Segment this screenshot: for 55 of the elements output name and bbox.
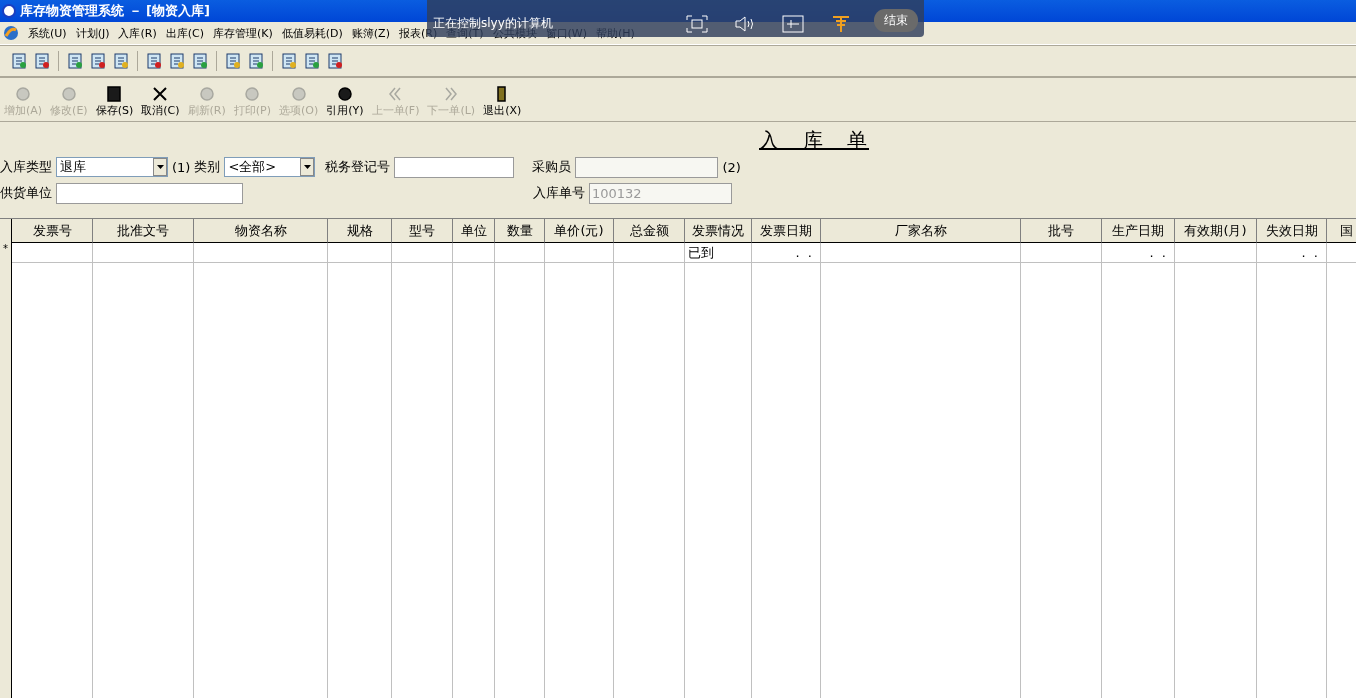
field-label: 入库类型 — [0, 158, 52, 176]
end-button[interactable]: 结束 — [874, 9, 918, 32]
table-cell: . . — [752, 243, 821, 263]
table-cell: 已到 — [685, 243, 752, 263]
column-header[interactable]: 总金额 — [614, 219, 685, 243]
speaker-icon[interactable] — [734, 15, 756, 33]
field-label: 入库单号 — [533, 184, 585, 202]
note-marker: (2) — [722, 159, 741, 175]
column-header[interactable]: 批准文号 — [93, 219, 194, 243]
input-field[interactable] — [56, 182, 243, 204]
close-icon — [151, 86, 170, 102]
form-title: 入 库 单 — [759, 127, 869, 154]
column-header[interactable]: 有效期(月) — [1175, 219, 1257, 243]
input-field[interactable] — [394, 156, 515, 178]
table-cell: . . — [1102, 243, 1175, 263]
menu-item[interactable]: 计划(J) — [75, 25, 110, 41]
toolbar-button[interactable]: 退出(X) — [481, 86, 528, 118]
column-header[interactable]: 国 — [1327, 219, 1356, 243]
swirl-logo-icon — [3, 25, 19, 41]
column-header[interactable]: 发票日期 — [752, 219, 821, 243]
menu-item[interactable]: 出库(C) — [165, 25, 204, 41]
menu-item[interactable]: 低值易耗(D) — [281, 25, 343, 41]
column-header[interactable]: 生产日期 — [1102, 219, 1175, 243]
column-header[interactable]: 批号 — [1021, 219, 1102, 243]
field-label: 类别 — [194, 158, 221, 176]
toolbar-button[interactable]: 引用(Y) — [324, 86, 370, 118]
column-header[interactable]: 数量 — [495, 219, 545, 243]
column-header[interactable]: 型号 — [392, 219, 453, 243]
note-marker: (1) — [172, 159, 191, 175]
menu-item[interactable]: 系统(U) — [28, 25, 67, 41]
column-header[interactable]: 单位 — [453, 219, 495, 243]
row-marker: * — [0, 243, 12, 263]
pin-icon[interactable] — [830, 15, 852, 33]
toolbar-button[interactable]: 取消(C) — [139, 86, 186, 118]
stock-type-dropdown[interactable]: 退库 — [56, 157, 168, 177]
column-header[interactable]: 物资名称 — [194, 219, 328, 243]
field-label: 采购员 — [532, 158, 572, 176]
table-cell: . . — [1257, 243, 1327, 263]
column-header[interactable]: 发票号 — [12, 219, 93, 243]
column-header[interactable]: 失效日期 — [1257, 219, 1327, 243]
plus-box-icon[interactable] — [782, 15, 804, 33]
window-title: 库存物资管理系统 － [物资入库] — [20, 2, 210, 20]
column-header[interactable]: 规格 — [328, 219, 392, 243]
category-dropdown[interactable]: <全部> — [224, 157, 316, 177]
menu-item[interactable]: 账簿(Z) — [351, 25, 390, 41]
field-label: 供货单位 — [0, 184, 52, 202]
toolbar-button[interactable]: 保存(S) — [93, 86, 140, 118]
remote-title: 正在控制slyy的计算机 — [433, 15, 553, 30]
column-header[interactable]: 发票情况 — [685, 219, 752, 243]
field-label: 税务登记号 — [325, 158, 391, 176]
menu-item[interactable]: 入库(R) — [118, 25, 157, 41]
column-header[interactable]: 单价(元) — [545, 219, 614, 243]
fullscreen-icon[interactable] — [686, 15, 708, 33]
column-header[interactable]: 厂家名称 — [821, 219, 1021, 243]
menu-item[interactable]: 库存管理(K) — [212, 25, 273, 41]
